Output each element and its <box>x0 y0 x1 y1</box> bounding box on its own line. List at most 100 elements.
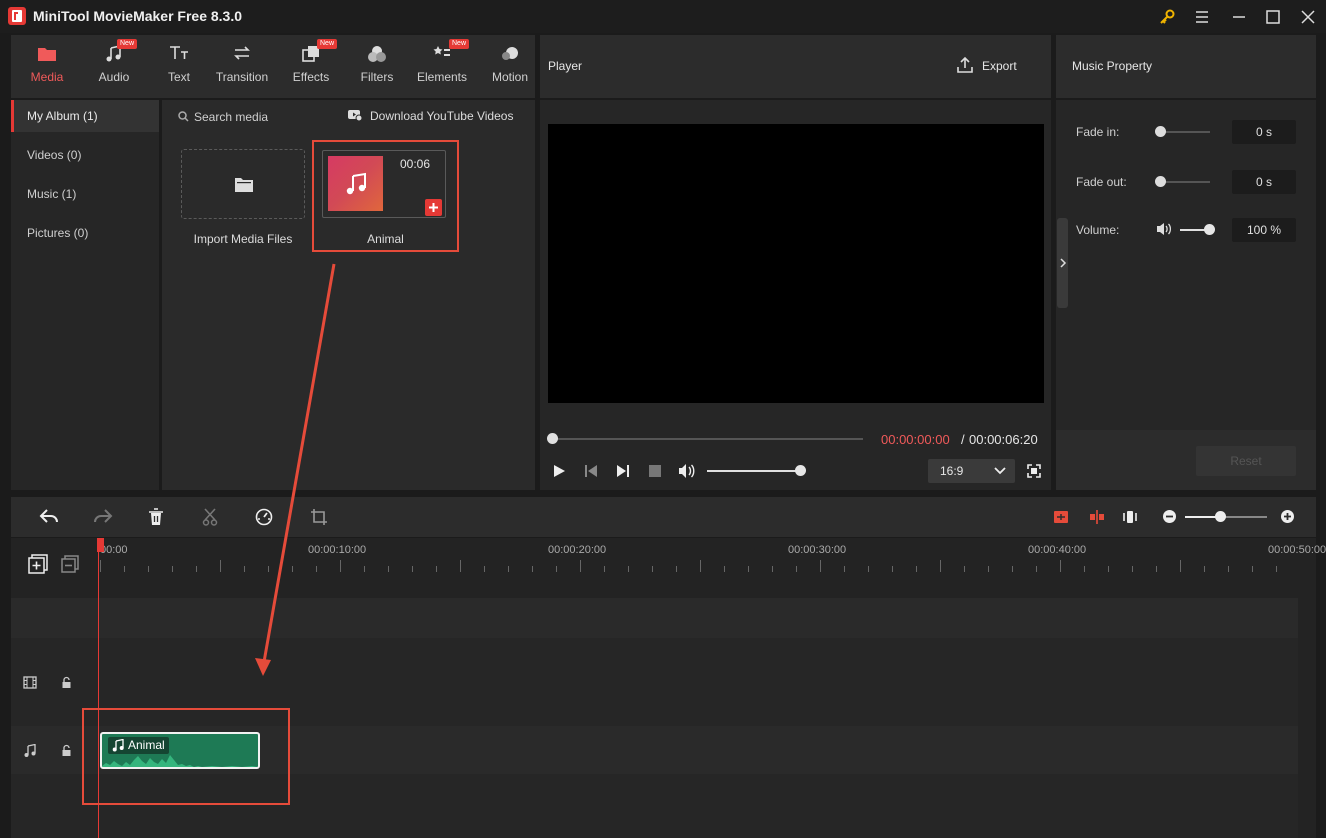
search-icon <box>178 111 189 122</box>
maximize-icon[interactable] <box>1263 7 1283 27</box>
ruler-label: 00:00:30:00 <box>788 544 847 556</box>
zoom-slider-handle[interactable] <box>1215 511 1226 522</box>
zoom-out-icon[interactable] <box>1162 509 1177 524</box>
volume-slider-handle[interactable] <box>795 465 806 476</box>
player-header: Player Export <box>540 35 1051 98</box>
download-youtube-button[interactable]: Download YouTube Videos <box>370 109 513 123</box>
reset-button[interactable]: Reset <box>1196 446 1296 476</box>
media-item-name: Animal <box>367 232 404 246</box>
aspect-ratio-select[interactable]: 16:9 <box>928 459 1015 483</box>
tab-media[interactable]: Media <box>25 35 69 98</box>
speaker-icon <box>1156 222 1172 236</box>
redo-icon[interactable] <box>93 508 113 526</box>
filters-icon <box>367 45 387 63</box>
album-item-pictures[interactable]: Pictures (0) <box>11 217 159 249</box>
lock-icon[interactable] <box>61 676 72 689</box>
property-volume-handle[interactable] <box>1204 224 1215 235</box>
minimize-icon[interactable] <box>1229 7 1249 27</box>
aspect-ratio-value: 16:9 <box>940 464 964 478</box>
text-track[interactable] <box>11 598 1298 638</box>
chevron-down-icon <box>994 466 1006 476</box>
menu-icon[interactable] <box>1192 7 1212 27</box>
fade-in-slider-handle[interactable] <box>1155 126 1166 137</box>
video-track-icon <box>23 676 37 689</box>
media-panel: Search media Download YouTube Videos Imp… <box>162 100 535 490</box>
fade-in-field[interactable]: 0 s <box>1232 120 1296 144</box>
property-title: Music Property <box>1072 59 1153 73</box>
new-badge: New <box>449 39 470 49</box>
fit-timeline-icon[interactable] <box>1122 509 1138 525</box>
media-item-animal[interactable]: 00:06 Animal <box>312 140 459 252</box>
fade-in-slider[interactable] <box>1160 131 1210 133</box>
volume-field[interactable]: 100 % <box>1232 218 1296 242</box>
tab-transition[interactable]: Transition <box>211 35 273 98</box>
delete-icon[interactable] <box>148 508 164 526</box>
tab-effects-label: Effects <box>292 70 330 84</box>
import-media-button[interactable] <box>181 149 305 219</box>
time-ruler[interactable]: 00:00 00:00:10:00 00:00:20:00 00:00:30:0… <box>100 538 1326 598</box>
split-scissors-icon[interactable] <box>202 508 218 526</box>
volume-icon[interactable] <box>678 463 696 479</box>
snap-icon[interactable] <box>1053 509 1069 525</box>
import-media-label: Import Media Files <box>193 232 293 246</box>
export-label: Export <box>982 59 1017 73</box>
annotation-highlight-box <box>82 708 290 805</box>
key-icon[interactable] <box>1157 7 1177 27</box>
tab-filters-label: Filters <box>360 70 394 84</box>
ruler-label: 00:00:20:00 <box>548 544 607 556</box>
player-panel: 00:00:00:00 / 00:00:06:20 16:9 <box>540 100 1051 490</box>
fade-out-label: Fade out: <box>1076 175 1127 189</box>
tab-filters[interactable]: Filters <box>357 35 397 98</box>
crop-icon[interactable] <box>310 508 328 526</box>
playback-progress-slider[interactable] <box>552 438 863 440</box>
previous-frame-icon[interactable] <box>584 464 598 478</box>
lock-icon[interactable] <box>61 744 72 757</box>
fade-out-slider[interactable] <box>1160 181 1210 183</box>
add-to-timeline-button[interactable] <box>425 199 442 216</box>
tab-motion-label: Motion <box>491 70 529 84</box>
app-title: MiniTool MovieMaker Free 8.3.0 <box>33 8 243 24</box>
media-duration: 00:06 <box>400 157 431 171</box>
current-time: 00:00:00:00 <box>881 432 950 447</box>
undo-icon[interactable] <box>39 508 59 526</box>
volume-slider[interactable] <box>707 470 801 472</box>
folder-icon <box>37 45 57 63</box>
tab-audio[interactable]: New Audio <box>93 35 138 98</box>
next-frame-icon[interactable] <box>616 464 630 478</box>
album-item-videos[interactable]: Videos (0) <box>11 139 159 171</box>
fade-out-slider-handle[interactable] <box>1155 176 1166 187</box>
tab-elements-label: Elements <box>416 70 468 84</box>
timeline: 00:00 00:00:10:00 00:00:20:00 00:00:30:0… <box>11 538 1326 838</box>
property-panel: Fade in: 0 s Fade out: 0 s Volume: 100 %… <box>1056 100 1316 490</box>
remove-track-icon[interactable] <box>61 555 79 573</box>
split-track-icon[interactable] <box>1089 509 1105 525</box>
player-title: Player <box>548 59 583 73</box>
ruler-label: 00:00:50:00 <box>1268 544 1326 556</box>
close-icon[interactable] <box>1298 7 1318 27</box>
tab-elements[interactable]: New Elements <box>415 35 470 98</box>
search-input[interactable]: Search media <box>194 110 268 124</box>
album-item-music[interactable]: Music (1) <box>11 178 159 210</box>
tab-effects[interactable]: New Effects <box>289 35 338 98</box>
video-preview[interactable] <box>548 124 1044 403</box>
stop-icon[interactable] <box>649 465 661 477</box>
tab-motion[interactable]: Motion <box>489 35 531 98</box>
search-bar[interactable]: Search media Download YouTube Videos <box>162 100 535 132</box>
fade-out-field[interactable]: 0 s <box>1232 170 1296 194</box>
property-header: Music Property <box>1056 35 1316 98</box>
main-toolbar: Media New Audio Text Transition New Effe… <box>11 35 535 98</box>
speed-icon[interactable] <box>255 508 273 526</box>
tab-text[interactable]: Text <box>161 35 197 98</box>
media-thumbnail[interactable]: 00:06 <box>322 150 446 218</box>
zoom-in-icon[interactable] <box>1280 509 1295 524</box>
fullscreen-icon[interactable] <box>1027 464 1041 478</box>
album-item-my-album[interactable]: My Album (1) <box>11 100 159 132</box>
collapse-panel-button[interactable] <box>1057 218 1068 308</box>
app-logo-icon <box>8 7 26 25</box>
folder-icon <box>234 176 254 193</box>
music-thumbnail-art <box>328 156 383 211</box>
playback-progress-handle[interactable] <box>547 433 558 444</box>
add-track-icon[interactable] <box>28 554 48 574</box>
reset-area: Reset <box>1056 430 1316 490</box>
play-icon[interactable] <box>552 464 566 478</box>
